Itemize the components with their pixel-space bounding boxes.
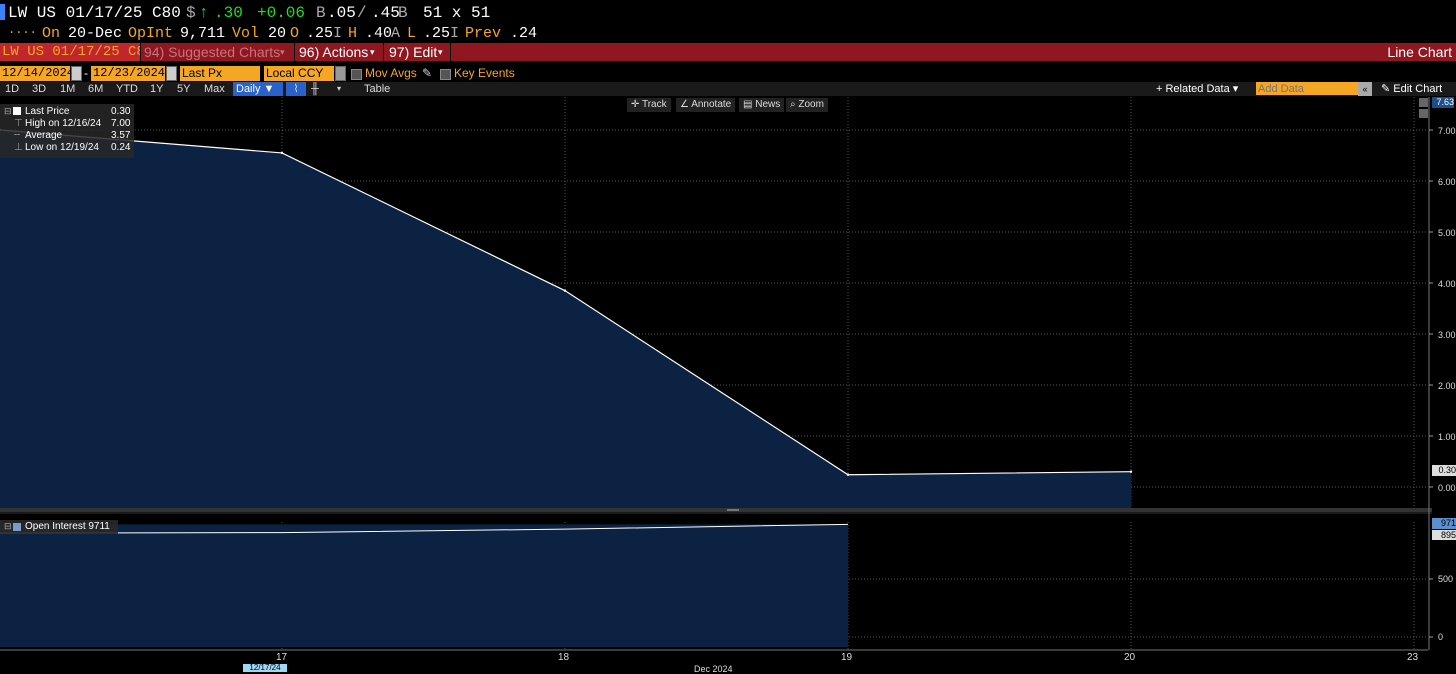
oi-label: Open Interest 9711 bbox=[25, 521, 110, 532]
x-tick: 19 bbox=[841, 652, 853, 663]
y-tick: 3.00 bbox=[1438, 330, 1456, 340]
average-marker-icon: ╌ bbox=[14, 130, 21, 141]
y-tick: 0 bbox=[1438, 632, 1444, 642]
price-point bbox=[280, 151, 284, 155]
panel-divider bbox=[0, 512, 1432, 514]
annotate-tool[interactable]: ∠ Annotate bbox=[676, 98, 736, 112]
price-point bbox=[563, 289, 567, 292]
zoom-label: Zoom bbox=[798, 99, 824, 110]
track-label: Track bbox=[641, 99, 667, 110]
axis-toggle-icon[interactable] bbox=[1419, 98, 1428, 107]
average-value: 3.57 bbox=[111, 130, 131, 141]
high-value: 7.00 bbox=[111, 118, 131, 129]
y-max-badge: 7.63 bbox=[1432, 97, 1454, 108]
last-price-badge: 0.30 bbox=[1432, 465, 1456, 476]
track-tool[interactable]: ✛ Track bbox=[627, 98, 671, 112]
zoom-tool[interactable]: ⌕ Zoom bbox=[786, 98, 828, 112]
last-price-label: Last Price bbox=[25, 106, 70, 117]
price-area bbox=[0, 130, 1131, 508]
last-price-value: 0.30 bbox=[111, 106, 131, 117]
y-tick: 7.00 bbox=[1438, 126, 1456, 136]
collapse-icon[interactable]: ⊟ bbox=[4, 521, 12, 532]
price-point bbox=[1129, 470, 1133, 473]
axis-toggle-icon[interactable] bbox=[1419, 109, 1428, 118]
low-marker-icon: ⊥ bbox=[14, 142, 23, 153]
price-point bbox=[846, 473, 850, 476]
series-swatch bbox=[13, 107, 21, 115]
high-label: High on 12/16/24 bbox=[25, 118, 102, 129]
y-tick: 5.00 bbox=[1438, 228, 1456, 238]
y-tick: 0.00 bbox=[1438, 483, 1456, 493]
annotate-icon: ∠ bbox=[680, 99, 692, 110]
average-label: Average bbox=[25, 130, 63, 141]
x-tick: 18 bbox=[558, 652, 570, 663]
high-marker-icon: ⊤ bbox=[14, 118, 23, 129]
x-tick: 20 bbox=[1124, 652, 1136, 663]
x-tick: 17 bbox=[276, 652, 288, 663]
annotate-label: Annotate bbox=[691, 99, 732, 110]
news-icon: ▤ bbox=[743, 99, 756, 110]
news-tool[interactable]: ▤ News bbox=[739, 98, 785, 112]
price-legend: ⊟ Last Price 0.30 ⊤ High on 12/16/24 7.0… bbox=[0, 104, 134, 158]
crosshair-icon: ✛ bbox=[631, 99, 642, 110]
y-tick: 4.00 bbox=[1438, 279, 1456, 289]
oi-badge: 971 bbox=[1432, 518, 1456, 529]
low-label: Low on 12/19/24 bbox=[25, 142, 99, 153]
y-tick: 1.00 bbox=[1438, 432, 1456, 442]
y-tick: 2.00 bbox=[1438, 381, 1456, 391]
collapse-icon[interactable]: ⊟ bbox=[4, 106, 12, 117]
splitter-handle bbox=[727, 509, 739, 511]
crosshair-date-badge: 12/17/24 bbox=[243, 664, 287, 672]
oi-area bbox=[0, 524, 848, 647]
y-tick: 500 bbox=[1438, 574, 1454, 584]
news-label: News bbox=[755, 99, 781, 110]
oi-badge: 895 bbox=[1432, 530, 1456, 540]
x-month-label: Dec 2024 bbox=[694, 664, 733, 674]
low-value: 0.24 bbox=[111, 142, 131, 153]
panel-divider bbox=[0, 508, 1432, 512]
y-tick: 6.00 bbox=[1438, 177, 1456, 187]
x-tick: 23 bbox=[1407, 652, 1419, 663]
oi-legend: ⊟ Open Interest 9711 bbox=[0, 520, 118, 534]
series-swatch bbox=[13, 523, 21, 531]
